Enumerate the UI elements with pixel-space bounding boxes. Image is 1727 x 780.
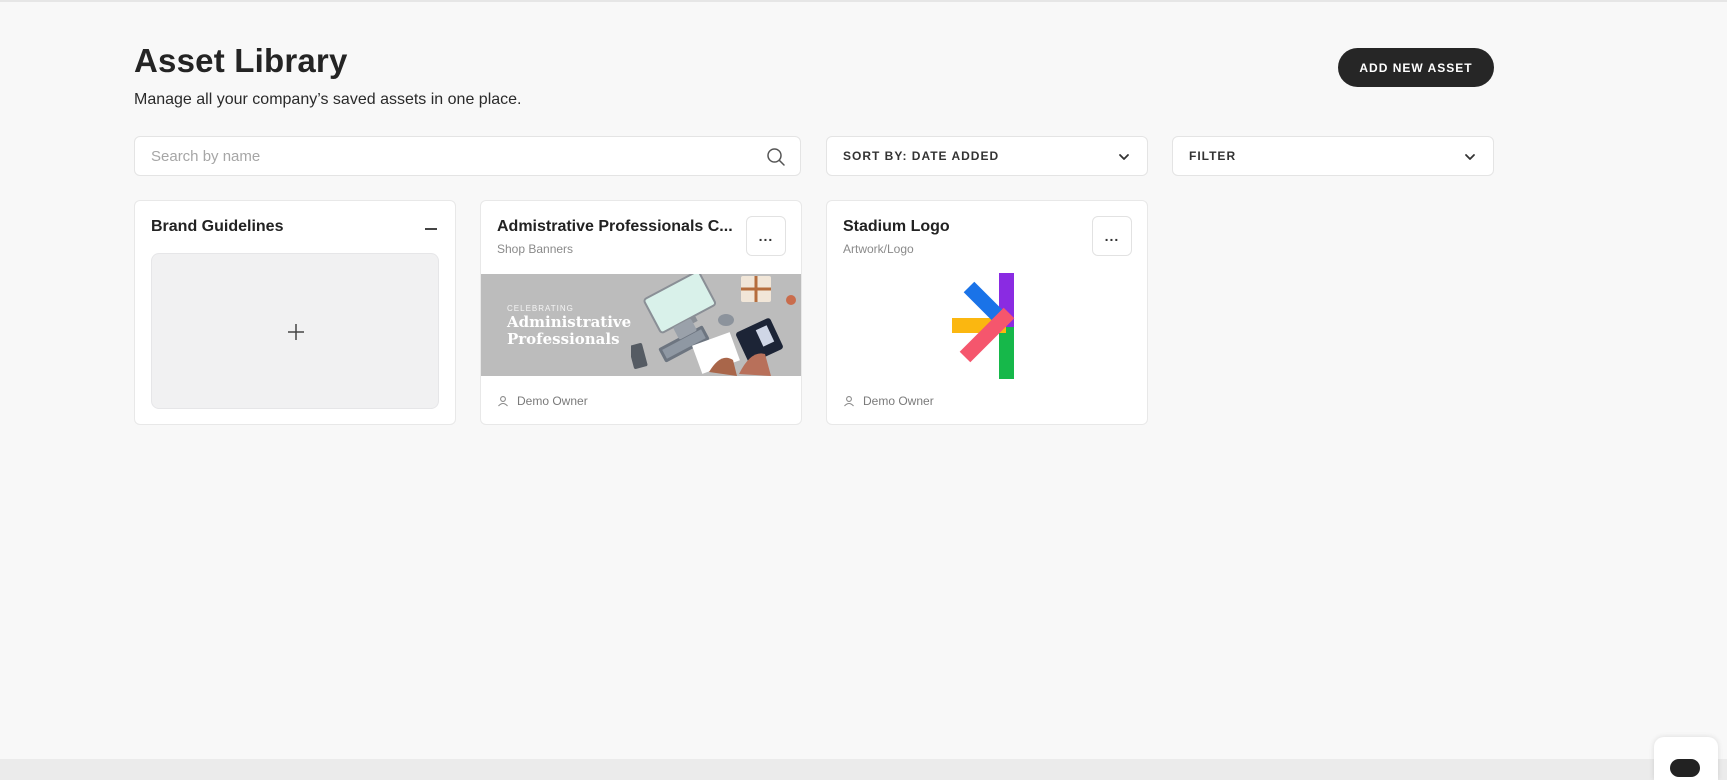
owner-name: Demo Owner [517,394,588,408]
minus-icon[interactable] [423,221,439,237]
card-title: Brand Guidelines [151,218,284,235]
asset-thumbnail: CELEBRATING Administrative Professionals [481,274,801,376]
search-icon[interactable] [766,147,786,167]
chevron-down-icon [1465,154,1475,160]
brand-guidelines-card: Brand Guidelines [134,200,456,425]
banner-eyebrow: CELEBRATING [507,304,574,313]
search-box [134,136,801,176]
chevron-down-icon [1119,154,1129,160]
sort-select[interactable]: SORT BY: DATE ADDED [826,136,1148,176]
filter-select[interactable]: FILTER [1172,136,1494,176]
desk-illustration [631,274,796,376]
asset-card[interactable]: Admistrative Professionals C... Shop Ban… [480,200,802,425]
user-icon [844,396,854,407]
card-category: Artwork/Logo [843,242,914,256]
chat-icon [1670,759,1700,777]
stadium-logo-thumbnail [952,273,1015,379]
card-title: Admistrative Professionals C... [497,218,733,235]
more-options-button[interactable]: ... [746,216,786,256]
plus-icon [288,324,304,340]
filter-select-label: FILTER [1189,149,1237,163]
search-input[interactable] [151,137,741,175]
card-title: Stadium Logo [843,218,950,235]
sort-select-label: SORT BY: DATE ADDED [843,149,1000,163]
add-new-asset-button[interactable]: ADD NEW ASSET [1338,48,1494,87]
page-subtitle: Manage all your company’s saved assets i… [134,91,522,108]
user-icon [498,396,508,407]
asset-card[interactable]: Stadium Logo Artwork/Logo ... Demo Owner [826,200,1148,425]
page-title: Asset Library [134,42,348,79]
chat-launcher-button[interactable] [1654,737,1718,780]
card-category: Shop Banners [497,242,574,256]
owner-name: Demo Owner [863,394,934,408]
footer-band [0,759,1727,780]
more-options-button[interactable]: ... [1092,216,1132,256]
top-divider [0,0,1727,2]
add-brand-guideline-area[interactable] [151,253,439,409]
